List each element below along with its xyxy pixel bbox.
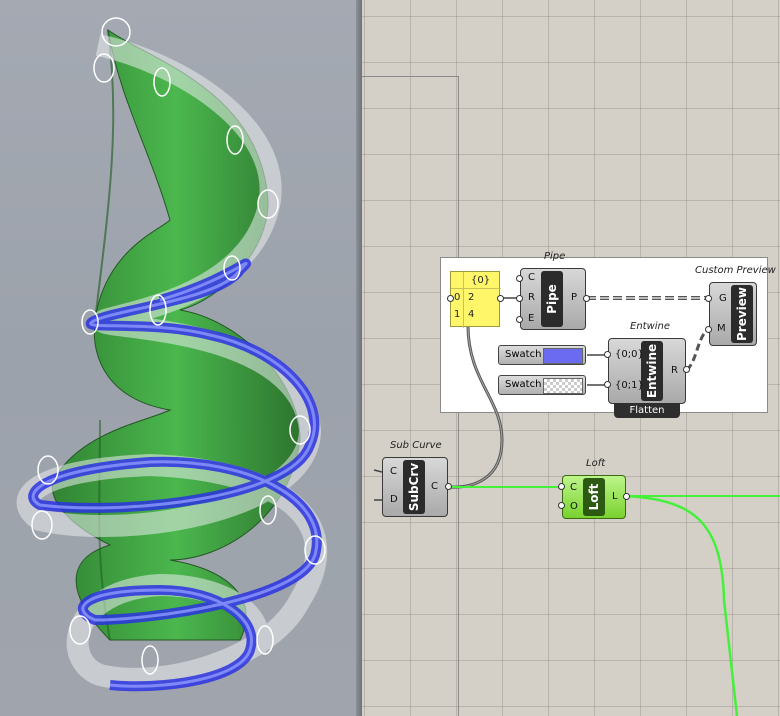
loft-output-l[interactable]: L — [612, 491, 618, 502]
custom-preview-title: Custom Preview — [695, 265, 776, 276]
swatch-transparent[interactable]: Swatch — [498, 375, 586, 395]
subcrv-label: SubCrv — [407, 462, 421, 512]
entwine-component[interactable]: Entwine {0;0} {0;1} R — [608, 338, 686, 404]
pipe-title: Pipe — [544, 251, 566, 262]
custom-preview-input-g[interactable]: G — [719, 293, 727, 304]
entwine-title: Entwine — [630, 321, 671, 332]
entwine-grip-in0[interactable] — [604, 351, 611, 358]
entwine-input-1[interactable]: {0;1} — [615, 380, 644, 391]
loft-grip-o[interactable] — [558, 502, 565, 509]
custom-preview-grip-m[interactable] — [705, 326, 712, 333]
pipe-grip-e[interactable] — [516, 316, 523, 323]
loft-grip-out[interactable] — [623, 493, 630, 500]
pipe-output-p[interactable]: P — [571, 292, 577, 303]
swatch-transparent-chip — [543, 378, 583, 394]
loft-title: Loft — [586, 458, 606, 469]
pipe-input-r[interactable]: R — [528, 292, 535, 303]
custom-preview-grip-g[interactable] — [705, 295, 712, 302]
subcrv-input-c[interactable]: C — [390, 466, 397, 477]
panel-row-1-value: 4 — [468, 309, 475, 320]
swatch-transparent-label: Swatch — [505, 379, 542, 390]
loft-component[interactable]: Loft C O L — [562, 475, 626, 519]
loft-input-c[interactable]: C — [570, 482, 577, 493]
panel-row-0-index: 0 — [454, 292, 461, 303]
entwine-grip-out[interactable] — [683, 366, 690, 373]
pipe-grip-r[interactable] — [516, 295, 523, 302]
panel-row-1-index: 1 — [454, 309, 461, 320]
sub-curve-title: Sub Curve — [390, 440, 442, 451]
number-panel[interactable]: {0} 0 2 1 4 — [450, 271, 501, 328]
entwine-output-r[interactable]: R — [671, 365, 678, 376]
pipe-input-e[interactable]: E — [528, 313, 534, 324]
custom-preview-input-m[interactable]: M — [717, 323, 726, 334]
panel-row-0-value: 2 — [468, 292, 475, 303]
rhino-viewport[interactable] — [0, 0, 362, 716]
entwine-label: Entwine — [645, 343, 659, 399]
loft-grip-c[interactable] — [558, 483, 565, 490]
subcrv-input-d[interactable]: D — [390, 494, 398, 505]
grasshopper-canvas[interactable]: Pipe Pipe C R E P {0} 0 2 1 4 Custom Pre… — [362, 0, 780, 716]
entwine-grip-in1[interactable] — [604, 381, 611, 388]
pipe-grip-c[interactable] — [516, 275, 523, 282]
panel-grip-out[interactable] — [497, 295, 504, 302]
panel-grip-in[interactable] — [447, 295, 454, 302]
subcrv-component[interactable]: SubCrv C D C — [382, 457, 448, 517]
custom-preview-label: Preview — [735, 286, 749, 342]
entwine-flatten-flag: Flatten — [614, 403, 680, 418]
loft-label: Loft — [587, 483, 601, 511]
subcrv-grip-out[interactable] — [445, 483, 452, 490]
pipe-label: Pipe — [545, 284, 559, 314]
pipe-input-c[interactable]: C — [528, 272, 535, 283]
pipe-grip-p[interactable] — [583, 295, 590, 302]
subcrv-output-c[interactable]: C — [431, 481, 438, 492]
panel-header: {0} — [471, 275, 491, 286]
entwine-input-0[interactable]: {0;0} — [615, 349, 644, 360]
swatch-blue[interactable]: Swatch — [498, 345, 586, 365]
pipe-component[interactable]: Pipe C R E P — [520, 268, 586, 330]
swatch-blue-chip — [543, 348, 583, 364]
swatch-blue-label: Swatch — [505, 349, 542, 360]
custom-preview-component[interactable]: Preview G M — [709, 282, 757, 346]
viewport-geometry — [16, 17, 328, 692]
loft-input-o[interactable]: O — [570, 501, 578, 512]
